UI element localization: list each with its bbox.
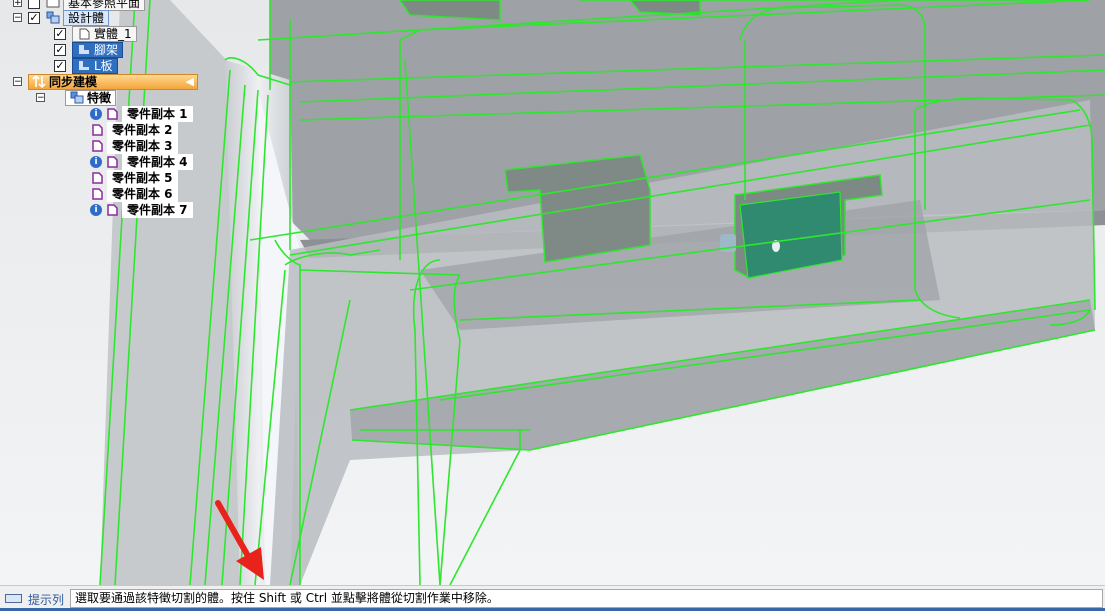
part-icon [105,107,119,120]
collapse-arrow-icon[interactable]: ◀ [186,75,194,88]
tree-item-text: 同步建模 [49,75,98,89]
visibility-checkbox[interactable]: ✓ [54,59,66,72]
visibility-checkbox[interactable]: ✓ [28,11,40,24]
info-icon[interactable]: i [90,155,102,168]
feature-part-copy-2[interactable]: 零件副本 2 [90,121,178,138]
feature-label: 零件副本 4 [122,153,193,170]
feature-label: 零件副本 7 [122,201,193,218]
tree-item-label: 設計體 [63,9,110,26]
tree-item-text: 實體_1 [94,26,132,41]
visibility-checkbox[interactable]: ✓ [54,27,66,40]
tree-item-text: L板 [94,58,113,73]
feature-part-copy-6[interactable]: 零件副本 6 [90,185,178,202]
feature-part-copy-5[interactable]: 零件副本 5 [90,169,178,186]
collapse-toggle[interactable]: − [36,93,45,103]
feature-part-copy-4[interactable]: i 零件副本 4 [90,153,193,170]
feature-label: 零件副本 5 [107,169,178,186]
sync-icon [32,74,46,89]
info-icon[interactable]: i [90,107,102,120]
tree-item-solid-1[interactable]: ✓ 實體_1 [54,25,137,42]
tree-item-text: 特徵 [87,90,112,105]
tree-item-design-body[interactable]: − ✓ 設計體 [13,9,110,26]
sync-bar: 同步建模 ◀ [28,73,198,90]
collapse-toggle[interactable]: − [13,77,22,87]
tree-item-stand[interactable]: ✓ 腳架 [54,41,124,58]
feature-part-copy-1[interactable]: i 零件副本 1 [90,105,193,122]
part-icon [90,139,104,152]
feature-part-copy-3[interactable]: 零件副本 3 [90,137,178,154]
feature-label: 零件副本 3 [107,137,178,154]
body-icon [77,43,91,56]
feature-label: 零件副本 1 [122,105,193,122]
feature-label: 零件副本 2 [107,121,178,138]
part-icon [105,203,119,216]
tree-item-features[interactable]: − 特徵 [36,89,117,106]
tree-item-l-plate[interactable]: ✓ L板 [54,57,118,74]
prompt-bar-title: 提示列 [28,593,65,607]
info-icon[interactable]: i [90,203,102,216]
tree-item-label-box: 特徵 [65,89,117,106]
plane-icon [46,0,60,9]
tree-item-label-box: L板 [72,57,118,74]
part-icon [90,187,104,200]
tree-item-synchronous[interactable]: − 同步建模 ◀ [13,73,198,90]
part-icon [90,171,104,184]
keyboard-icon [5,594,22,603]
body-icon [77,59,91,72]
feature-icon [70,91,84,104]
feature-label: 零件副本 6 [107,185,178,202]
visibility-checkbox[interactable] [28,0,40,9]
body-icon [46,11,60,24]
prompt-message: 選取要通過該特徵切割的體。按住 Shift 或 Ctrl 並點擊將體從切割作業中… [70,589,1103,608]
part-icon [90,123,104,136]
expand-toggle[interactable]: + [13,0,22,8]
feature-part-copy-7[interactable]: i 零件副本 7 [90,201,193,218]
tree-item-text: 腳架 [94,42,119,57]
visibility-checkbox[interactable]: ✓ [54,43,66,56]
part-icon [105,155,119,168]
part-icon [77,27,91,40]
tree-item-base-planes[interactable]: + 基本參照平面 [13,0,146,11]
tree-item-label-box: 實體_1 [72,25,137,42]
tree-item-label-box: 腳架 [72,41,124,58]
collapse-toggle[interactable]: − [13,13,22,23]
